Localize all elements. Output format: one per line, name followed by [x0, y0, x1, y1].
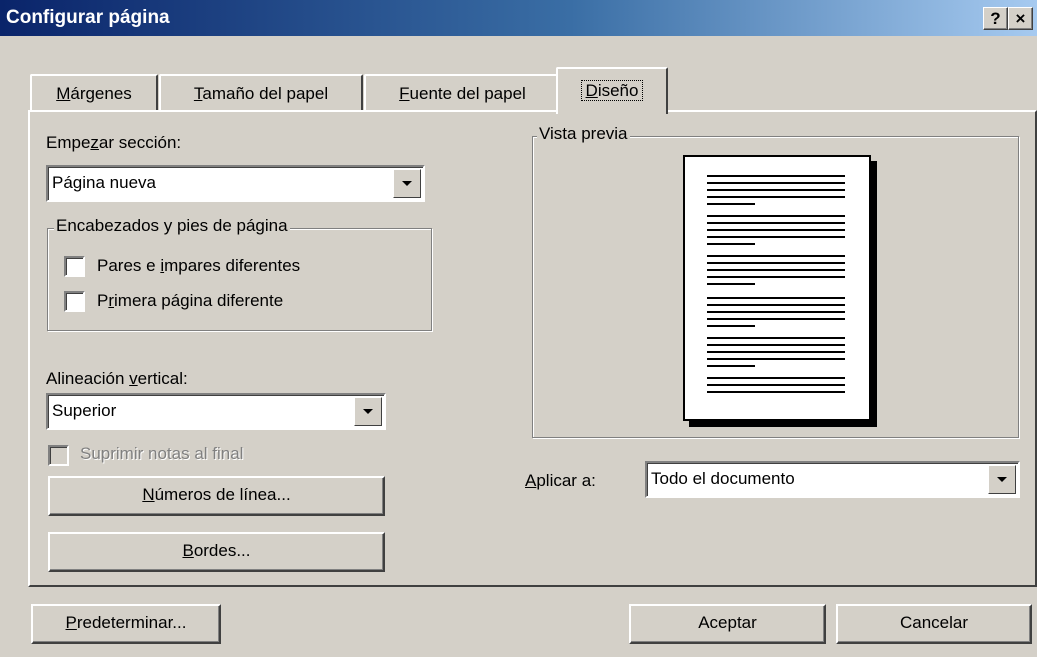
odd-even-label: Pares e impares diferentes	[97, 256, 301, 275]
section-start-dropdown-button[interactable]	[393, 169, 421, 198]
cancel-button[interactable]: Cancelar	[836, 604, 1032, 644]
headers-footers-legend: Encabezados y pies de página	[54, 216, 290, 236]
close-button[interactable]: ×	[1008, 7, 1033, 30]
preview-line	[707, 222, 845, 224]
preview-line	[707, 269, 845, 271]
tab-margins[interactable]: Márgenes	[30, 74, 158, 112]
preview-line	[707, 236, 845, 238]
preview-line	[707, 243, 755, 245]
preview-line	[707, 182, 845, 184]
apply-to-dropdown-button[interactable]	[988, 465, 1016, 494]
odd-even-checkbox[interactable]	[64, 256, 85, 277]
preview-line	[707, 318, 845, 320]
preview-line	[707, 203, 755, 205]
preview-line	[707, 196, 845, 198]
preview-line	[707, 311, 845, 313]
suppress-endnotes-checkbox[interactable]	[48, 445, 69, 466]
preview-line	[707, 344, 845, 346]
vertical-alignment-dropdown-button[interactable]	[354, 397, 382, 426]
help-button[interactable]: ?	[983, 7, 1008, 30]
chevron-down-icon	[402, 181, 412, 186]
preview-legend: Vista previa	[537, 124, 630, 144]
first-page-label: Primera página diferente	[97, 291, 284, 310]
first-page-checkbox[interactable]	[64, 291, 85, 312]
borders-button[interactable]: Bordes...	[48, 532, 385, 572]
apply-to-label: Aplicar a:	[525, 471, 596, 490]
window-title: Configurar página	[6, 7, 170, 28]
line-numbers-button[interactable]: Números de línea...	[48, 476, 385, 516]
apply-to-select[interactable]: Todo el documento	[645, 461, 1020, 498]
tab-paper-source[interactable]: Fuente del papel	[364, 74, 561, 112]
default-button[interactable]: Predeterminar...	[31, 604, 221, 644]
preview-line	[707, 377, 845, 379]
vertical-alignment-label: Alineación vertical:	[46, 369, 188, 388]
preview-line	[707, 325, 755, 327]
preview-line	[707, 337, 845, 339]
section-start-select[interactable]: Página nueva	[46, 165, 425, 202]
section-start-label: Empezar sección:	[46, 133, 182, 152]
preview-line	[707, 391, 845, 393]
tab-paper-size[interactable]: Tamaño del papel	[159, 74, 363, 112]
preview-line	[707, 255, 845, 257]
headers-footers-group	[47, 228, 432, 331]
chevron-down-icon	[997, 477, 1007, 482]
preview-line	[707, 297, 845, 299]
preview-line	[707, 304, 845, 306]
preview-line	[707, 276, 845, 278]
tab-layout[interactable]: Diseño	[556, 67, 668, 114]
preview-line	[707, 358, 845, 360]
preview-line	[707, 262, 845, 264]
preview-line	[707, 365, 755, 367]
vertical-alignment-select[interactable]: Superior	[46, 393, 386, 430]
preview-line	[707, 189, 845, 191]
preview-line	[707, 215, 845, 217]
preview-line	[707, 351, 845, 353]
chevron-down-icon	[363, 409, 373, 414]
preview-line	[707, 175, 845, 177]
preview-line	[707, 283, 755, 285]
ok-button[interactable]: Aceptar	[629, 604, 826, 644]
preview-page	[683, 155, 871, 421]
suppress-endnotes-label: Suprimir notas al final	[80, 444, 244, 463]
preview-line	[707, 229, 845, 231]
title-bar: Configurar página ? ×	[0, 0, 1037, 36]
page-setup-dialog: Configurar página ? × Márgenes Tamaño de…	[0, 0, 1037, 657]
preview-line	[707, 384, 845, 386]
tab-layout-label: Diseño	[580, 80, 644, 101]
